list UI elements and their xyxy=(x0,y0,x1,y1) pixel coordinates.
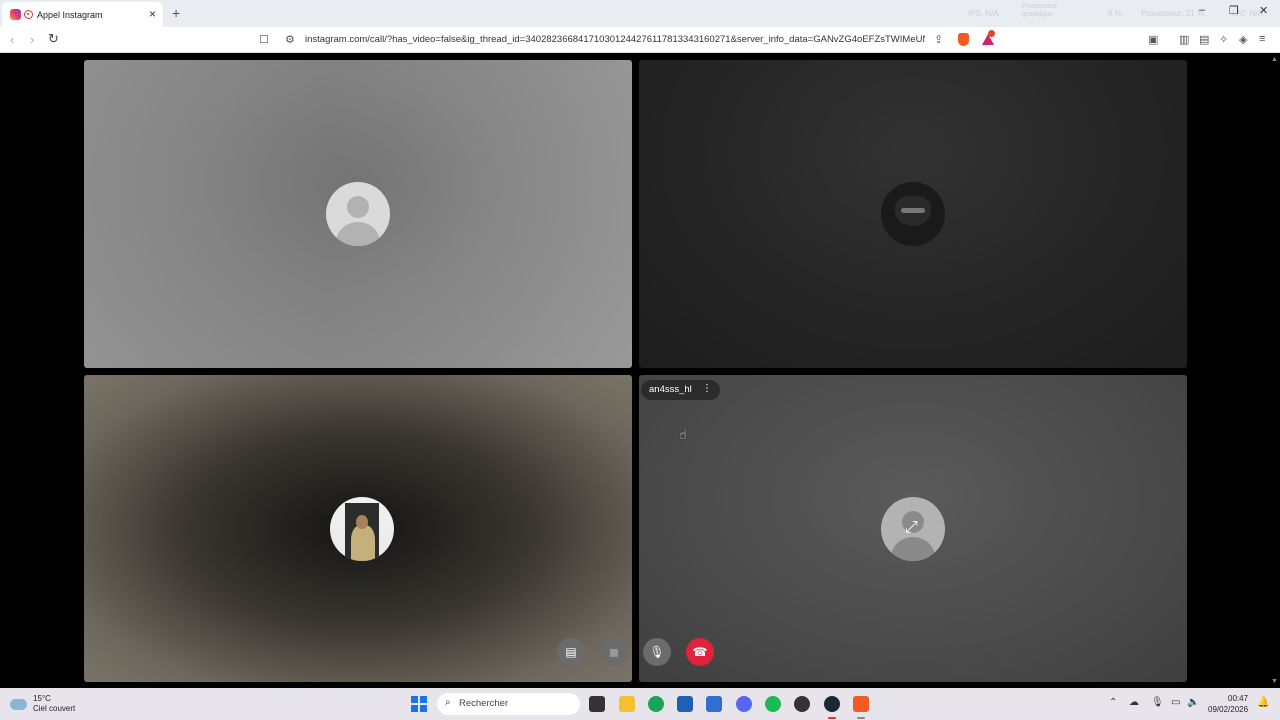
clock[interactable]: 00:47 09/02/2026 xyxy=(1208,693,1248,715)
participant-tile-4[interactable]: ⤢ xyxy=(639,375,1187,682)
tab-title: Appel Instagram xyxy=(37,9,103,20)
more-options-icon[interactable]: ⋮ xyxy=(702,383,712,394)
weather-description: Ciel couvert xyxy=(33,704,76,713)
app-icon[interactable] xyxy=(794,696,810,712)
microphone-button[interactable]: 🎙 xyxy=(643,638,671,666)
wallet-icon[interactable]: ▤ xyxy=(1199,33,1209,46)
scroll-up-icon[interactable]: ▲ xyxy=(1271,56,1278,63)
tab-close-icon[interactable]: × xyxy=(149,7,156,21)
default-avatar-icon xyxy=(326,182,390,246)
notifications-icon[interactable]: 🔔 xyxy=(1257,697,1269,708)
new-tab-button[interactable]: + xyxy=(172,5,180,21)
time: 00:47 xyxy=(1228,694,1249,703)
onedrive-icon[interactable]: ☁ xyxy=(1129,697,1139,708)
chevron-up-icon[interactable]: ⌃ xyxy=(1109,697,1117,708)
rewards-badge xyxy=(988,30,995,37)
task-view-icon[interactable] xyxy=(589,696,605,712)
restore-button[interactable]: ❐ xyxy=(1229,4,1239,17)
url-field[interactable]: instagram.com/call/?has_video=false&ig_t… xyxy=(305,34,925,45)
volume-icon[interactable]: 🔈 xyxy=(1187,697,1199,708)
camera-off-icon: ◼ xyxy=(609,645,619,659)
tab-appel-instagram[interactable]: Appel Instagram × xyxy=(2,2,163,27)
participant-name-pill: an4sss_hl ⋮ xyxy=(641,380,720,400)
end-call-button[interactable]: ☎ xyxy=(686,638,714,666)
mic-tray-icon[interactable]: 🎙 xyxy=(1151,697,1164,708)
search-icon: ⌕ xyxy=(445,697,451,708)
network-icon[interactable]: ▭ xyxy=(1171,697,1180,708)
perf-fps: IPS: N/A xyxy=(968,9,999,18)
expand-icon[interactable]: ⤢ xyxy=(905,519,918,537)
bookmark-icon[interactable]: ☐ xyxy=(259,33,269,46)
extensions-icon[interactable]: ▣ xyxy=(1148,33,1158,46)
brave-shields-icon[interactable] xyxy=(958,33,969,46)
perf-gpu: Processeur graphique xyxy=(1022,3,1058,18)
search-placeholder: Rechercher xyxy=(459,698,509,709)
participant-tile-1[interactable] xyxy=(84,60,632,368)
window-close-button[interactable]: ✕ xyxy=(1259,4,1268,17)
instagram-icon xyxy=(10,9,21,20)
start-button[interactable] xyxy=(411,696,427,712)
cloud-icon xyxy=(10,698,27,710)
camera-off-button[interactable]: ◼ xyxy=(600,638,628,666)
participant-tile-2[interactable] xyxy=(639,60,1187,368)
windows-taskbar: 15°C Ciel couvert ⌕ Rechercher ⌃ ☁ 🎙 ▭ 🔈… xyxy=(0,688,1280,720)
date: 09/02/2026 xyxy=(1208,705,1249,714)
scroll-down-icon[interactable]: ▼ xyxy=(1271,678,1278,685)
temperature: 15°C xyxy=(33,694,51,703)
participant-avatar: ⤢ xyxy=(881,497,945,561)
steam-active-indicator xyxy=(828,717,836,719)
spotify-icon[interactable] xyxy=(765,696,781,712)
forward-icon[interactable]: › xyxy=(30,32,34,47)
outlook-icon[interactable] xyxy=(706,696,722,712)
discord-icon[interactable] xyxy=(736,696,752,712)
microphone-icon: 🎙 xyxy=(649,645,665,659)
file-explorer-icon[interactable] xyxy=(619,696,635,712)
minimize-button[interactable]: – xyxy=(1199,4,1205,16)
sidebar-icon[interactable]: ▥ xyxy=(1179,33,1189,46)
share-icon[interactable]: ⇪ xyxy=(934,33,943,46)
steam-icon[interactable] xyxy=(824,696,840,712)
site-settings-icon[interactable]: ⚙ xyxy=(285,33,295,46)
participant-name: an4sss_hl xyxy=(649,384,692,395)
edge-icon[interactable] xyxy=(648,696,664,712)
perf-gpu-value: 6 % xyxy=(1108,9,1122,18)
weather-widget[interactable]: 15°C Ciel couvert xyxy=(10,694,75,714)
taskbar-search[interactable]: ⌕ Rechercher xyxy=(437,693,580,715)
screen-share-icon: ▤ xyxy=(565,645,577,659)
store-icon[interactable] xyxy=(677,696,693,712)
screen-share-button[interactable]: ▤ xyxy=(557,638,585,666)
participant-avatar xyxy=(330,497,394,561)
end-call-icon: ☎ xyxy=(692,645,708,659)
participant-tile-3[interactable] xyxy=(84,375,632,682)
reload-icon[interactable]: ↻ xyxy=(48,31,59,47)
back-icon[interactable]: ‹ xyxy=(10,32,14,47)
hand-cursor-icon: ☝ xyxy=(679,427,687,442)
vpn-icon[interactable]: ◈ xyxy=(1239,33,1247,46)
address-toolbar: ‹ › ↻ ☐ ⚙ instagram.com/call/?has_video=… xyxy=(0,27,1280,53)
brave-icon[interactable] xyxy=(853,696,869,712)
menu-icon[interactable]: ≡ xyxy=(1259,33,1265,45)
participant-avatar xyxy=(881,182,945,246)
recording-icon xyxy=(24,10,33,19)
brave-active-indicator xyxy=(857,717,865,719)
perf-cpu: Processeur: 21 % xyxy=(1141,9,1205,18)
leo-ai-icon[interactable]: ✧ xyxy=(1219,33,1228,46)
browser-tabbar: Appel Instagram × + IPS: N/A Processeur … xyxy=(0,0,1280,27)
